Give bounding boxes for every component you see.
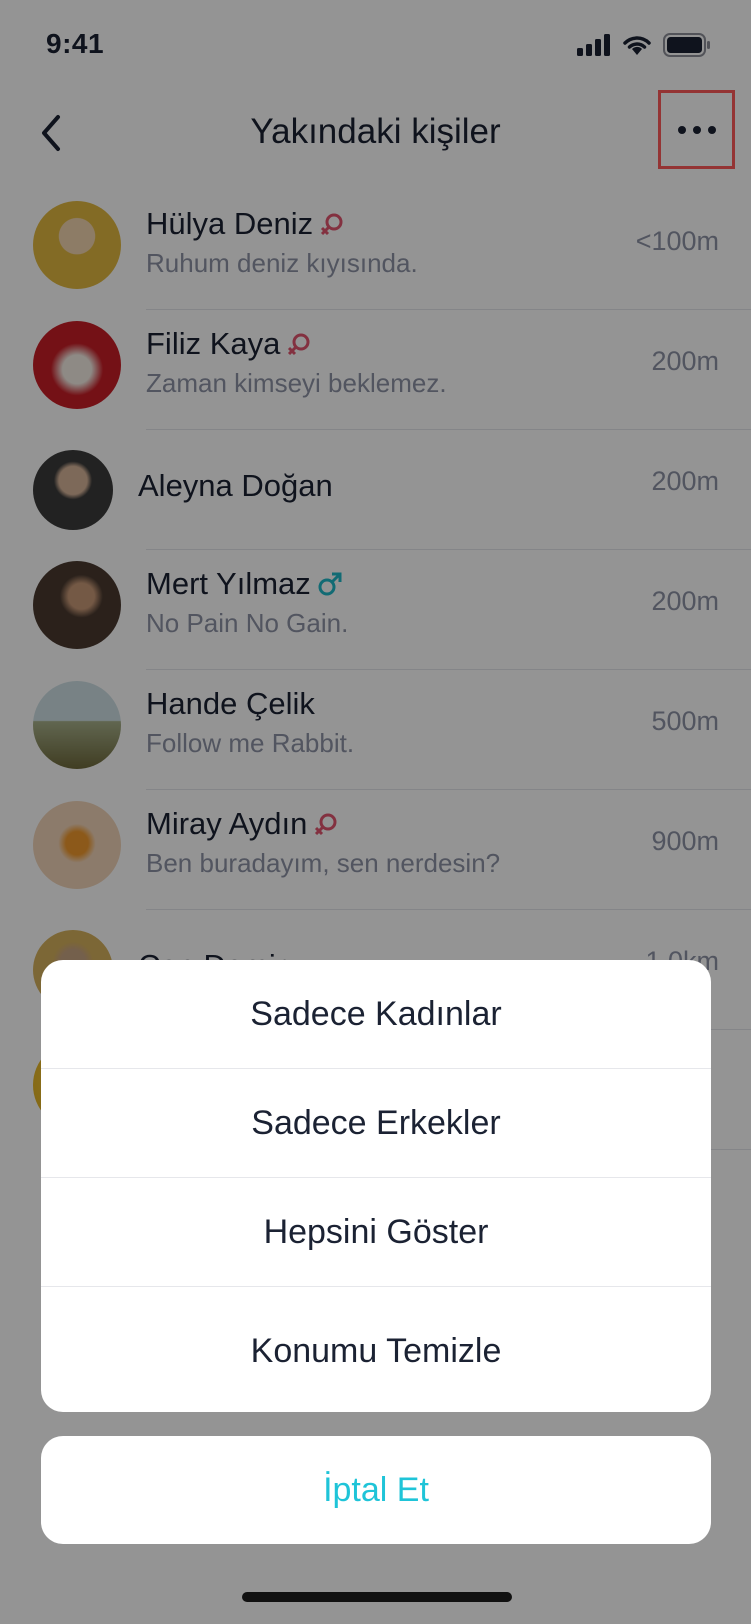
- cancel-button[interactable]: İptal Et: [41, 1436, 711, 1544]
- only-men-option[interactable]: Sadece Erkekler: [41, 1069, 711, 1178]
- home-indicator: [242, 1592, 512, 1602]
- screen: 9:41 Yakındaki kişiler Hülya Deniz Ruhum…: [0, 0, 751, 1624]
- show-all-option[interactable]: Hepsini Göster: [41, 1178, 711, 1287]
- clear-location-option[interactable]: Konumu Temizle: [41, 1287, 711, 1412]
- only-women-option[interactable]: Sadece Kadınlar: [41, 960, 711, 1069]
- action-sheet: Sadece Kadınlar Sadece Erkekler Hepsini …: [41, 960, 711, 1412]
